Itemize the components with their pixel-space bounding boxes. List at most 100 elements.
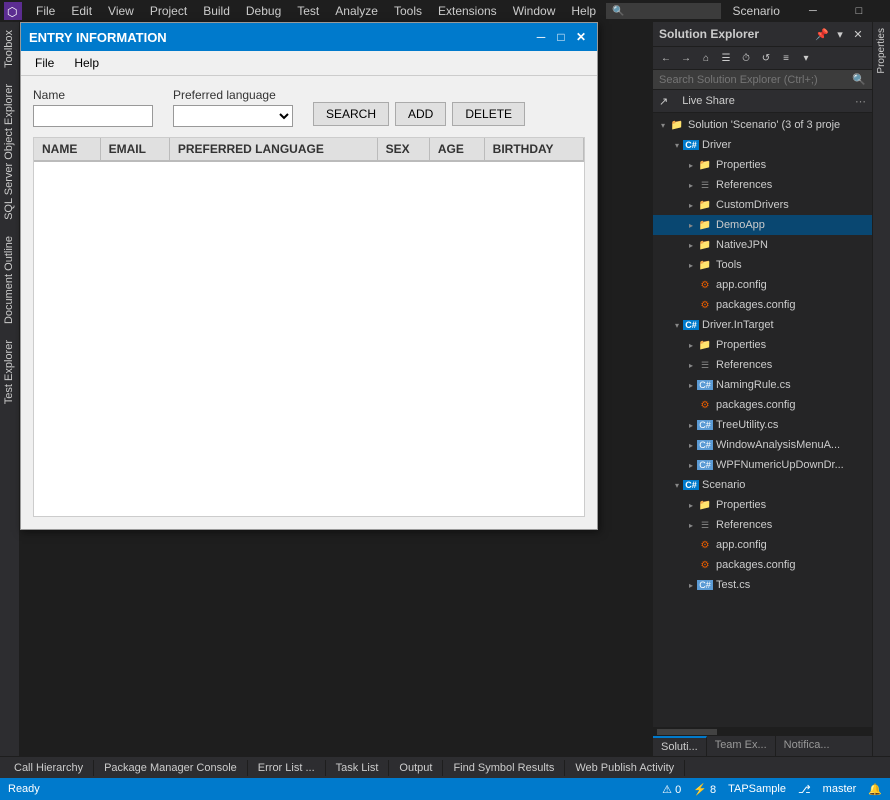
sidebar-item-toolbox[interactable]: Toolbox bbox=[0, 22, 19, 76]
tab-team-explorer[interactable]: Team Ex... bbox=[707, 736, 776, 756]
properties-tab[interactable]: Properties bbox=[873, 22, 890, 80]
pref-lang-select[interactable] bbox=[173, 105, 293, 127]
tree-item[interactable]: ▾C#Driver bbox=[653, 135, 872, 155]
live-share-extra-icon[interactable]: ⋯ bbox=[855, 95, 866, 108]
tree-item[interactable]: ▸☰References bbox=[653, 175, 872, 195]
tree-item[interactable]: ⚙packages.config bbox=[653, 295, 872, 315]
sol-close-icon[interactable]: ✕ bbox=[850, 26, 866, 42]
menu-window[interactable]: Window bbox=[505, 2, 564, 20]
tree-item[interactable]: ▸📁CustomDrivers bbox=[653, 195, 872, 215]
global-search-input[interactable] bbox=[625, 5, 715, 17]
dialog-menu-help[interactable]: Help bbox=[64, 53, 109, 73]
sidebar-item-test-explorer[interactable]: Test Explorer bbox=[0, 332, 19, 412]
tree-expand-arrow[interactable]: ▸ bbox=[685, 517, 697, 533]
tree-item[interactable]: ⚙packages.config bbox=[653, 555, 872, 575]
tree-expand-arrow[interactable]: ▾ bbox=[671, 137, 683, 153]
tree-expand-arrow[interactable] bbox=[685, 297, 697, 313]
tree-expand-arrow[interactable]: ▾ bbox=[671, 477, 683, 493]
name-input[interactable] bbox=[33, 105, 153, 127]
sol-home-btn[interactable]: ⌂ bbox=[697, 49, 715, 67]
data-table-container[interactable]: NAME EMAIL PREFERRED LANGUAGE SEX AGE BI… bbox=[33, 137, 585, 517]
live-share-button[interactable]: Live Share bbox=[674, 93, 743, 109]
minimize-button[interactable]: ─ bbox=[790, 0, 836, 22]
tree-expand-arrow[interactable] bbox=[685, 537, 697, 553]
tree-item[interactable]: ▸C#WindowAnalysisMenuA... bbox=[653, 435, 872, 455]
menu-tools[interactable]: Tools bbox=[386, 2, 430, 20]
tree-item[interactable]: ▾📁Solution 'Scenario' (3 of 3 proje bbox=[653, 115, 872, 135]
tree-item[interactable]: ▸📁Properties bbox=[653, 155, 872, 175]
sol-back-btn[interactable]: ← bbox=[657, 49, 675, 67]
sol-dropdown-icon[interactable]: ▾ bbox=[832, 26, 848, 42]
tree-expand-arrow[interactable]: ▸ bbox=[685, 157, 697, 173]
solution-explorer-scrollbar-h[interactable] bbox=[653, 727, 872, 735]
tree-item[interactable]: ▾C#Scenario bbox=[653, 475, 872, 495]
tree-item[interactable]: ▸C#Test.cs bbox=[653, 575, 872, 595]
dialog-menu-file[interactable]: File bbox=[25, 53, 64, 73]
tree-item[interactable]: ▾C#Driver.InTarget bbox=[653, 315, 872, 335]
tree-item[interactable]: ▸📁Tools bbox=[653, 255, 872, 275]
tree-expand-arrow[interactable] bbox=[685, 557, 697, 573]
menu-view[interactable]: View bbox=[100, 2, 142, 20]
tree-expand-arrow[interactable]: ▸ bbox=[685, 577, 697, 593]
tree-expand-arrow[interactable]: ▸ bbox=[685, 497, 697, 513]
tree-item[interactable]: ▸C#NamingRule.cs bbox=[653, 375, 872, 395]
tree-item[interactable]: ▸📁Properties bbox=[653, 335, 872, 355]
tree-expand-arrow[interactable]: ▸ bbox=[685, 257, 697, 273]
dialog-maximize-button[interactable]: □ bbox=[553, 29, 569, 45]
tab-find-symbol-results[interactable]: Find Symbol Results bbox=[443, 760, 565, 776]
dialog-close-button[interactable]: ✕ bbox=[573, 29, 589, 45]
menu-extensions[interactable]: Extensions bbox=[430, 2, 505, 20]
tree-item[interactable]: ▸📁Properties bbox=[653, 495, 872, 515]
tree-item[interactable]: ▸C#TreeUtility.cs bbox=[653, 415, 872, 435]
sol-show-files-btn[interactable]: ☰ bbox=[717, 49, 735, 67]
tree-expand-arrow[interactable]: ▾ bbox=[671, 317, 683, 333]
tree-item[interactable]: ▸☰References bbox=[653, 515, 872, 535]
tree-expand-arrow[interactable]: ▸ bbox=[685, 337, 697, 353]
tree-item[interactable]: ▸📁DemoApp bbox=[653, 215, 872, 235]
delete-button[interactable]: DELETE bbox=[452, 102, 525, 126]
tab-output[interactable]: Output bbox=[389, 760, 443, 776]
tab-task-list[interactable]: Task List bbox=[326, 760, 390, 776]
tree-item[interactable]: ▸☰References bbox=[653, 355, 872, 375]
tree-expand-arrow[interactable]: ▸ bbox=[685, 357, 697, 373]
tree-item[interactable]: ⚙app.config bbox=[653, 535, 872, 555]
tab-solution-explorer[interactable]: Soluti... bbox=[653, 736, 707, 756]
sol-settings-icon[interactable]: ▾ bbox=[797, 49, 815, 67]
tab-call-hierarchy[interactable]: Call Hierarchy bbox=[4, 760, 94, 776]
tab-web-publish-activity[interactable]: Web Publish Activity bbox=[565, 760, 685, 776]
tree-expand-arrow[interactable]: ▸ bbox=[685, 197, 697, 213]
tree-expand-arrow[interactable]: ▸ bbox=[685, 457, 697, 473]
search-button[interactable]: SEARCH bbox=[313, 102, 389, 126]
menu-build[interactable]: Build bbox=[195, 2, 238, 20]
sol-refresh-btn[interactable]: ↺ bbox=[757, 49, 775, 67]
tree-expand-arrow[interactable]: ▸ bbox=[685, 417, 697, 433]
menu-debug[interactable]: Debug bbox=[238, 2, 289, 20]
tree-item[interactable]: ▸C#WPFNumericUpDownDr... bbox=[653, 455, 872, 475]
sol-collapse-btn[interactable]: ≡ bbox=[777, 49, 795, 67]
menu-file[interactable]: File bbox=[28, 2, 63, 20]
status-notification-icon[interactable]: 🔔 bbox=[868, 783, 882, 796]
tree-expand-arrow[interactable] bbox=[685, 397, 697, 413]
dialog-minimize-button[interactable]: ─ bbox=[533, 29, 549, 45]
tree-expand-arrow[interactable]: ▸ bbox=[685, 237, 697, 253]
tree-item[interactable]: ▸📁NativeJPN bbox=[653, 235, 872, 255]
sidebar-item-doc-outline[interactable]: Document Outline bbox=[0, 228, 19, 332]
menu-analyze[interactable]: Analyze bbox=[327, 2, 386, 20]
scrollbar-thumb[interactable] bbox=[657, 729, 717, 735]
menu-test[interactable]: Test bbox=[289, 2, 327, 20]
menu-project[interactable]: Project bbox=[142, 2, 195, 20]
sol-pending-btn[interactable]: ⏱ bbox=[737, 49, 755, 67]
add-button[interactable]: ADD bbox=[395, 102, 446, 126]
tree-expand-arrow[interactable]: ▸ bbox=[685, 437, 697, 453]
tree-expand-arrow[interactable] bbox=[685, 277, 697, 293]
tab-error-list[interactable]: Error List ... bbox=[248, 760, 326, 776]
solution-explorer-tree[interactable]: ▾📁Solution 'Scenario' (3 of 3 proje▾C#Dr… bbox=[653, 113, 872, 727]
solution-explorer-search-input[interactable] bbox=[659, 74, 852, 86]
maximize-button[interactable]: □ bbox=[836, 0, 882, 22]
menu-help[interactable]: Help bbox=[563, 2, 604, 20]
tree-expand-arrow[interactable]: ▸ bbox=[685, 177, 697, 193]
tree-expand-arrow[interactable]: ▸ bbox=[685, 217, 697, 233]
sol-forward-btn[interactable]: → bbox=[677, 49, 695, 67]
tab-notifications[interactable]: Notifica... bbox=[776, 736, 838, 756]
sol-pin-icon[interactable]: 📌 bbox=[814, 26, 830, 42]
